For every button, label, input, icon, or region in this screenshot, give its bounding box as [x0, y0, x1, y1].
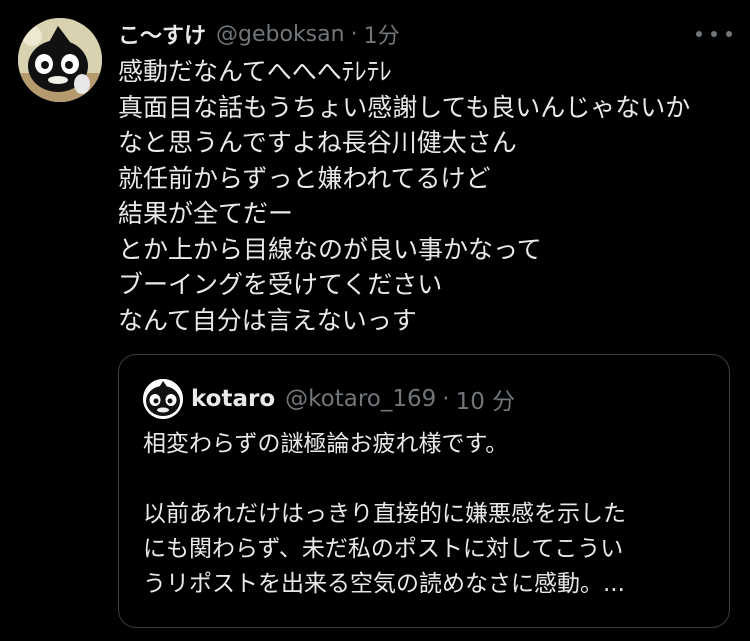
quoted-text-line: 相変わらずの謎極論お疲れ様です。	[143, 431, 509, 457]
quoted-tweet-card[interactable]: kotaro @kotaro_169 · 10 分 相変わらずの謎極論お疲れ様で…	[118, 354, 730, 628]
tweet-text-line: 結果が全てだー	[118, 199, 294, 228]
quoted-display-name[interactable]: kotaro	[191, 386, 275, 412]
quoted-text-line	[143, 462, 713, 497]
tweet-text-line: とか上から目線なのが良い事かなって	[118, 234, 542, 264]
quoted-timestamp[interactable]: 10 分	[456, 382, 516, 416]
quoted-text-line: うリポストを出来る空気の読めなさに感動。...	[143, 571, 625, 597]
tweet-text-line: なと思うんですよね長谷川健太さん	[118, 128, 517, 157]
display-name[interactable]: こ〜すけ	[118, 18, 206, 50]
quoted-tweet-text: 相変わらずの謎極論お疲れ様です。 以前あれだけはっきり直接的に嫌悪感を示した に…	[143, 427, 713, 602]
tweet-text-line: 真面目な話もうちょい感謝しても良いんじゃないか	[118, 92, 691, 122]
tweet-text: 感動だなんてへへへﾃﾚﾃﾚ 真面目な話もうちょい感謝しても良いんじゃないか なと…	[118, 54, 733, 338]
quoted-user-handle[interactable]: @kotaro_169	[285, 386, 436, 412]
more-dot	[696, 31, 702, 37]
user-handle[interactable]: @geboksan	[216, 22, 345, 47]
character-avatar-icon	[143, 379, 183, 419]
tweet-text-line: 就任前からずっと嫌われてるけど	[118, 163, 491, 193]
avatar[interactable]	[18, 18, 102, 102]
tweet-text-line: 感動だなんてへへへﾃﾚﾃﾚ	[118, 57, 392, 86]
more-dot	[726, 31, 732, 37]
separator-dot: ·	[442, 386, 450, 412]
more-dot	[711, 31, 717, 37]
quoted-text-line: にも関わらず、未だ私のポストに対してこうい	[143, 536, 624, 562]
timestamp[interactable]: 1分	[364, 18, 400, 50]
tweet-header: こ〜すけ @geboksan · 1分	[118, 18, 400, 50]
quoted-text-line: 以前あれだけはっきり直接的に嫌悪感を示した	[143, 501, 626, 527]
separator-dot: ·	[350, 21, 358, 47]
quoted-tweet-header: kotaro @kotaro_169 · 10 分	[191, 383, 515, 415]
tweet: こ〜すけ @geboksan · 1分 感動だなんてへへへﾃﾚﾃﾚ 真面目な話も…	[0, 0, 750, 641]
character-avatar-icon	[18, 18, 102, 102]
quoted-avatar[interactable]	[143, 379, 183, 419]
tweet-text-line: なんて自分は言えないっす	[118, 305, 417, 335]
more-options-icon[interactable]	[696, 22, 732, 46]
tweet-text-line: ブーイングを受けてください	[118, 270, 443, 299]
